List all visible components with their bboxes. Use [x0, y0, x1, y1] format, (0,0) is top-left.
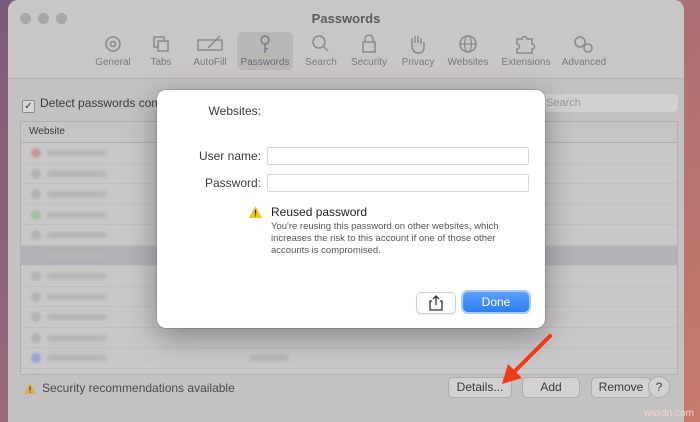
puzzle-icon — [516, 35, 536, 54]
username-label: User name: — [198, 149, 261, 163]
tab-label: Search — [305, 57, 337, 68]
tab-label: Tabs — [150, 57, 172, 68]
tab-privacy[interactable]: Privacy — [396, 32, 440, 70]
table-row[interactable] — [21, 348, 677, 369]
watermark: wsxdn.com — [643, 408, 694, 419]
table-row[interactable] — [21, 328, 677, 348]
tab-label: Security — [350, 57, 388, 68]
reused-password-description: You're reusing this password on other we… — [271, 221, 499, 256]
annotation-arrow-icon — [502, 334, 552, 384]
tab-search[interactable]: Search — [301, 32, 341, 70]
tab-advanced[interactable]: Advanced — [558, 32, 610, 70]
search-input[interactable]: Search — [538, 94, 678, 112]
table-row[interactable] — [21, 369, 677, 374]
warning-icon — [24, 383, 36, 394]
warning-icon — [249, 206, 262, 218]
tab-label: Websites — [447, 57, 489, 68]
tab-label: Passwords — [240, 57, 290, 68]
hand-icon — [411, 36, 425, 54]
password-field[interactable] — [267, 174, 529, 192]
help-button[interactable]: ? — [648, 376, 670, 398]
detect-passwords-checkbox-row[interactable]: ✓ Detect passwords com — [22, 96, 161, 113]
tab-autofill[interactable]: AutoFill — [188, 32, 232, 70]
tab-label: AutoFill — [193, 57, 227, 68]
tab-label: Extensions — [501, 57, 551, 68]
checkbox-checked[interactable]: ✓ — [22, 100, 35, 113]
tab-tabs[interactable]: Tabs — [140, 32, 182, 70]
lock-icon — [362, 34, 376, 53]
share-button[interactable] — [416, 292, 456, 314]
gears-icon — [574, 36, 593, 53]
key-icon — [260, 35, 270, 53]
done-button[interactable]: Done — [463, 292, 529, 312]
websites-label: Websites: — [208, 104, 261, 118]
tabs-icon — [153, 36, 169, 52]
tab-label: Advanced — [561, 57, 607, 68]
globe-icon — [459, 35, 477, 53]
tab-general[interactable]: General — [92, 32, 134, 70]
title-bar: Passwords General Tabs AutoFill Password… — [8, 0, 684, 79]
security-recommendations: Security recommendations available — [24, 381, 235, 395]
tab-label: Privacy — [401, 57, 435, 68]
tab-websites[interactable]: Websites — [444, 32, 492, 70]
share-icon — [429, 295, 443, 311]
magnifier-icon — [312, 35, 329, 52]
password-label: Password: — [204, 176, 261, 190]
username-field[interactable] — [267, 147, 529, 165]
tab-passwords[interactable]: Passwords — [237, 32, 293, 70]
reused-password-title: Reused password — [271, 205, 368, 219]
gear-icon — [105, 36, 121, 52]
tab-label: General — [95, 57, 131, 68]
tab-security[interactable]: Security — [346, 32, 392, 70]
pen-icon — [197, 35, 223, 51]
security-recommendations-text: Security recommendations available — [42, 381, 235, 395]
window-title: Passwords — [311, 11, 381, 26]
remove-button[interactable]: Remove — [591, 377, 651, 398]
password-details-sheet: Websites: User name: Password: Reused pa… — [157, 90, 545, 328]
detect-passwords-label: Detect passwords com — [40, 96, 162, 110]
tab-extensions[interactable]: Extensions — [498, 32, 554, 70]
